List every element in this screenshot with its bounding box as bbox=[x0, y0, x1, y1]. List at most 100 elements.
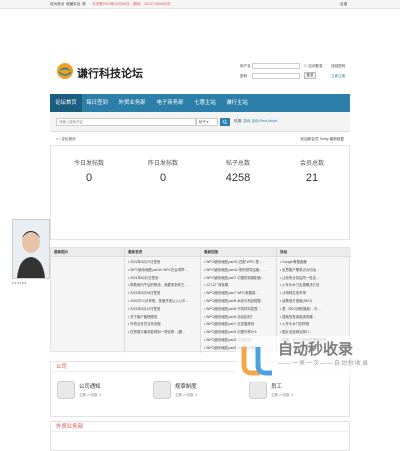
forum-stats: 主题: 0 帖数: 0 bbox=[175, 393, 198, 397]
password-label: 密码 bbox=[240, 74, 248, 78]
search-type-value: 帖子 bbox=[199, 120, 206, 124]
breadcrumb[interactable]: ⌂ › 论坛首页 bbox=[56, 137, 76, 142]
hot-searches: 热搜: 游戏 活动 Rest About bbox=[234, 119, 277, 124]
forum-icon bbox=[57, 381, 75, 399]
hot-post-item[interactable]: • 火车头木门出现解决方法 bbox=[280, 282, 348, 290]
forum-stats: 主题: 0 帖数: 0 bbox=[79, 393, 102, 397]
hot-words[interactable]: 游戏 活动 Rest About bbox=[243, 119, 277, 123]
forum-name[interactable]: 员工 bbox=[271, 382, 282, 390]
nav-item-qihui[interactable]: 七惠主站 bbox=[190, 94, 220, 112]
new-post-item[interactable]: • 在贸易中最多能得到一项优势…(看… bbox=[128, 329, 197, 337]
hot-post-item[interactable]: • 反思客户需求点为何出… bbox=[280, 267, 348, 275]
hot-post-item[interactable]: • Google等搜索器 bbox=[280, 259, 348, 267]
hot-post-item[interactable]: • 沙特阿拉伯市场 bbox=[280, 290, 348, 298]
stats-panel: 今日发帖数 0 昨日发帖数 0 帖子总数 4258 会员总数 21 bbox=[50, 145, 350, 240]
person-photo-icon bbox=[13, 220, 49, 278]
bookmark-link[interactable]: 收藏本站 bbox=[66, 2, 80, 7]
hot-post-item[interactable]: • 搜索的常用各类排器… bbox=[280, 314, 348, 322]
member-photo[interactable] bbox=[12, 219, 50, 279]
language-link[interactable]: 简 bbox=[82, 2, 86, 7]
register-link[interactable]: 立即注册 bbox=[331, 74, 345, 79]
new-member-notice: 欢迎新会员: Betty 最新回复 bbox=[300, 137, 344, 141]
nav-item-ecommerce[interactable]: 电子商务部 bbox=[152, 94, 188, 112]
new-replies-head: 最新回复 bbox=[201, 248, 276, 257]
new-reply-item[interactable]: • WPC使用地图 part7 无发展规划 bbox=[204, 321, 273, 329]
search-button[interactable] bbox=[220, 118, 230, 126]
username-label: 用户名 bbox=[240, 64, 251, 68]
forum-icon bbox=[153, 381, 171, 399]
hot-label: 热搜: bbox=[234, 119, 243, 123]
new-reply-item[interactable]: • WPC使用地图 part11 带的领导运营，… bbox=[204, 267, 273, 275]
search-type-select[interactable]: 帖子 ▾ bbox=[196, 118, 218, 126]
forum-notice[interactable]: 公司通知 主题: 0 帖数: 0 bbox=[57, 379, 147, 407]
hot-post-item[interactable]: • 是（SEO阔别搜索）-与… bbox=[280, 306, 348, 314]
stat-value: 0 bbox=[85, 172, 93, 184]
new-reply-item[interactable]: • 12.12厂商参展 bbox=[204, 282, 273, 290]
nav-item-foreign-trade[interactable]: 外贸业务部 bbox=[114, 94, 150, 112]
new-post-item[interactable]: • 1000平+1分享啦：快速开放认入公平… bbox=[128, 298, 197, 306]
new-posts-head: 最新发表 bbox=[125, 248, 200, 257]
section-title[interactable]: 外贸业务部 bbox=[51, 422, 349, 432]
new-reply-item[interactable]: • WPC使用地图 part7 中国的机械制造… bbox=[204, 275, 273, 283]
forum-name[interactable]: 公司通知 bbox=[79, 382, 101, 390]
header: 谦行科技论坛 用户名 ☐ 自动登录 找回密码 密码 登录 立即注册 bbox=[50, 48, 350, 94]
new-reply-item[interactable]: • WPC使用地图 part7 WPC参展部… bbox=[204, 290, 273, 298]
hot-post-item[interactable]: • 让你的业务由同一性合… bbox=[280, 275, 348, 283]
nav-item-home[interactable]: 论坛首页 bbox=[50, 94, 82, 112]
new-post-item[interactable]: • 带着他问午后的物流，我要来到你王… bbox=[128, 282, 197, 290]
stat-label: 会员总数 bbox=[299, 161, 324, 167]
baidu-link[interactable]: 百度 bbox=[340, 2, 347, 7]
site-title: 谦行科技论坛 bbox=[77, 68, 143, 80]
new-posts-list: • 2022年5月22日签到 • WPC使用地图 part10 WPC在台湾举… •… bbox=[125, 257, 200, 339]
new-post-item[interactable]: • 2021年5月12日签到 bbox=[128, 306, 197, 314]
stat-label: 帖子总数 bbox=[225, 161, 250, 167]
new-post-item[interactable]: • 外贸业务员业务流程 bbox=[128, 321, 197, 329]
search-bar: 请输入搜索内容 帖子 ▾ 热搜: 游戏 活动 Rest About bbox=[50, 112, 350, 132]
stat-value: 0 bbox=[159, 172, 167, 184]
new-post-item[interactable]: • 2021年5月26日签到 bbox=[128, 290, 197, 298]
hot-post-item[interactable]: • 火车头木门的同相 bbox=[280, 321, 348, 329]
top-bar: 设为首页 收藏本站 简 今天是2019年02月09日，期待…20127.0000… bbox=[0, 0, 400, 9]
login-button[interactable]: 登录 bbox=[304, 72, 316, 79]
new-reply-item[interactable]: • WPC使用地图 part11 匹配 WPC 里… bbox=[204, 259, 273, 267]
watermark-text: 自动秒收录 bbox=[278, 341, 354, 358]
new-post-item[interactable]: • 2021年6月2日签到 bbox=[128, 275, 197, 283]
forum-stats: 主题: 0 帖数: 0 bbox=[271, 393, 294, 397]
set-homepage-link[interactable]: 设为首页 bbox=[50, 2, 64, 7]
forum-staff[interactable]: 员工 主题: 0 帖数: 0 bbox=[249, 379, 339, 407]
new-post-item[interactable]: • WPC使用地图 part10 WPC在台湾举… bbox=[128, 267, 197, 275]
new-post-item[interactable]: • 关于客户管理规范 bbox=[128, 314, 197, 322]
forgot-password-link[interactable]: 找回密码 bbox=[331, 64, 345, 69]
forum-name[interactable]: 规章制度 bbox=[175, 382, 197, 390]
stat-value: 4258 bbox=[225, 172, 251, 184]
username-input[interactable] bbox=[252, 63, 300, 69]
search-icon bbox=[222, 119, 228, 125]
logo-icon bbox=[57, 63, 73, 79]
new-post-item[interactable]: • 2022年5月22日签到 bbox=[128, 259, 197, 267]
auto-login-label: 自动登录 bbox=[308, 64, 323, 68]
stat-today: 今日发帖数 0 bbox=[53, 158, 125, 184]
photo-column-head: 最新图片 bbox=[51, 248, 124, 257]
new-reply-item[interactable]: • WPC使用地图 part6 活动如何？ bbox=[204, 314, 273, 322]
hot-head: 热帖 bbox=[277, 248, 351, 257]
password-input[interactable] bbox=[252, 73, 300, 79]
photo-thumbnails[interactable]: 1 2 3 4 5 6 bbox=[12, 281, 66, 285]
search-input[interactable]: 请输入搜索内容 bbox=[56, 118, 196, 126]
watermark-logo-icon bbox=[241, 347, 272, 376]
new-reply-item[interactable]: • WPC使用地图 part8 木纹与布纹框框 bbox=[204, 298, 273, 306]
watermark-subtext: ——一来一次——自动秒收录 bbox=[278, 361, 370, 367]
new-reply-item[interactable]: • WPC使用地图 part6 不同材料层叠… bbox=[204, 306, 273, 314]
auto-login-checkbox[interactable]: ☐ 自动登录 bbox=[304, 64, 323, 69]
stat-label: 昨日发帖数 bbox=[147, 161, 178, 167]
new-posts-column: 最新发表 • 2022年5月22日签到 • WPC使用地图 part10 WPC在… bbox=[125, 248, 201, 353]
stat-members: 会员总数 21 bbox=[276, 158, 348, 184]
nav-item-qianxing[interactable]: 谦行主站 bbox=[222, 94, 252, 112]
forum-rules[interactable]: 规章制度 主题: 0 帖数: 0 bbox=[153, 379, 243, 407]
hot-post-item[interactable]: • 谷歌地方搜索(SEO) bbox=[280, 298, 348, 306]
stat-yesterday: 昨日发帖数 0 bbox=[127, 158, 199, 184]
stat-posts: 帖子总数 4258 bbox=[202, 158, 274, 184]
forum-icon bbox=[249, 381, 267, 399]
nav-item-checkin[interactable]: 每日签到 bbox=[82, 94, 112, 112]
main-nav: 论坛首页 每日签到 外贸业务部 电子商务部 七惠主站 谦行主站 bbox=[50, 94, 350, 112]
announcement-text: 今天是2019年02月09日，期待…20127.000000次 bbox=[92, 2, 171, 6]
